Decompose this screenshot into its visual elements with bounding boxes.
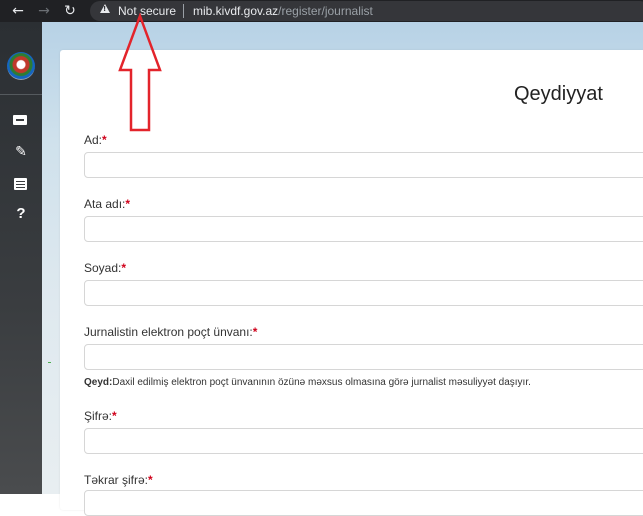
email-note: Qeyd:Daxil edilmiş elektron poçt ünvanın…: [84, 377, 531, 389]
password-label: Şifrə:*: [84, 409, 117, 423]
id-card-icon[interactable]: [11, 112, 31, 128]
url-text[interactable]: mib.kivdf.gov.az/register/journalist: [193, 3, 373, 19]
required-mark: *: [252, 325, 258, 339]
required-mark: *: [125, 197, 131, 211]
url-host: mib.kivdf.gov.az: [193, 4, 279, 18]
first-name-label: Ad:*: [84, 133, 107, 147]
patronymic-label: Ata adı:*: [84, 197, 131, 211]
password-input[interactable]: [84, 428, 643, 454]
required-mark: *: [148, 473, 153, 487]
confirm-password-label: Təkrar şifrə:*: [84, 473, 153, 487]
help-icon[interactable]: ?: [11, 206, 31, 222]
browser-toolbar: ← → ↻ Not secure mib.kivdf.gov.az/regist…: [0, 0, 643, 22]
note-text: Daxil edilmiş elektron poçt ünvanının öz…: [112, 377, 531, 388]
email-label: Jurnalistin elektron poçt ünvanı:*: [84, 325, 258, 339]
list-icon[interactable]: [11, 176, 31, 192]
page-title: Qeydiyyat: [514, 83, 603, 105]
url-path: /register/journalist: [278, 4, 373, 18]
back-arrow-icon[interactable]: ←: [8, 1, 28, 21]
decorative-mark: [48, 362, 51, 363]
emblem-logo[interactable]: [7, 52, 35, 80]
surname-label: Soyad:*: [84, 261, 127, 275]
reload-icon[interactable]: ↻: [60, 1, 80, 21]
required-mark: *: [112, 409, 117, 423]
forward-arrow-icon[interactable]: →: [34, 1, 54, 21]
first-name-input[interactable]: [84, 152, 643, 178]
address-bar[interactable]: Not secure mib.kivdf.gov.az/register/jou…: [90, 1, 643, 21]
note-prefix: Qeyd:: [84, 377, 113, 388]
email-input[interactable]: [84, 344, 643, 370]
annotation-arrow: [118, 12, 162, 132]
required-mark: *: [102, 133, 107, 147]
patronymic-input[interactable]: [84, 216, 643, 242]
required-mark: *: [121, 261, 127, 275]
url-separator: [183, 4, 184, 18]
sidebar-divider: [0, 94, 42, 95]
sidebar: ✎ ?: [0, 22, 42, 494]
surname-input[interactable]: [84, 280, 643, 306]
warning-icon[interactable]: [100, 4, 110, 13]
pen-icon[interactable]: ✎: [11, 144, 31, 160]
